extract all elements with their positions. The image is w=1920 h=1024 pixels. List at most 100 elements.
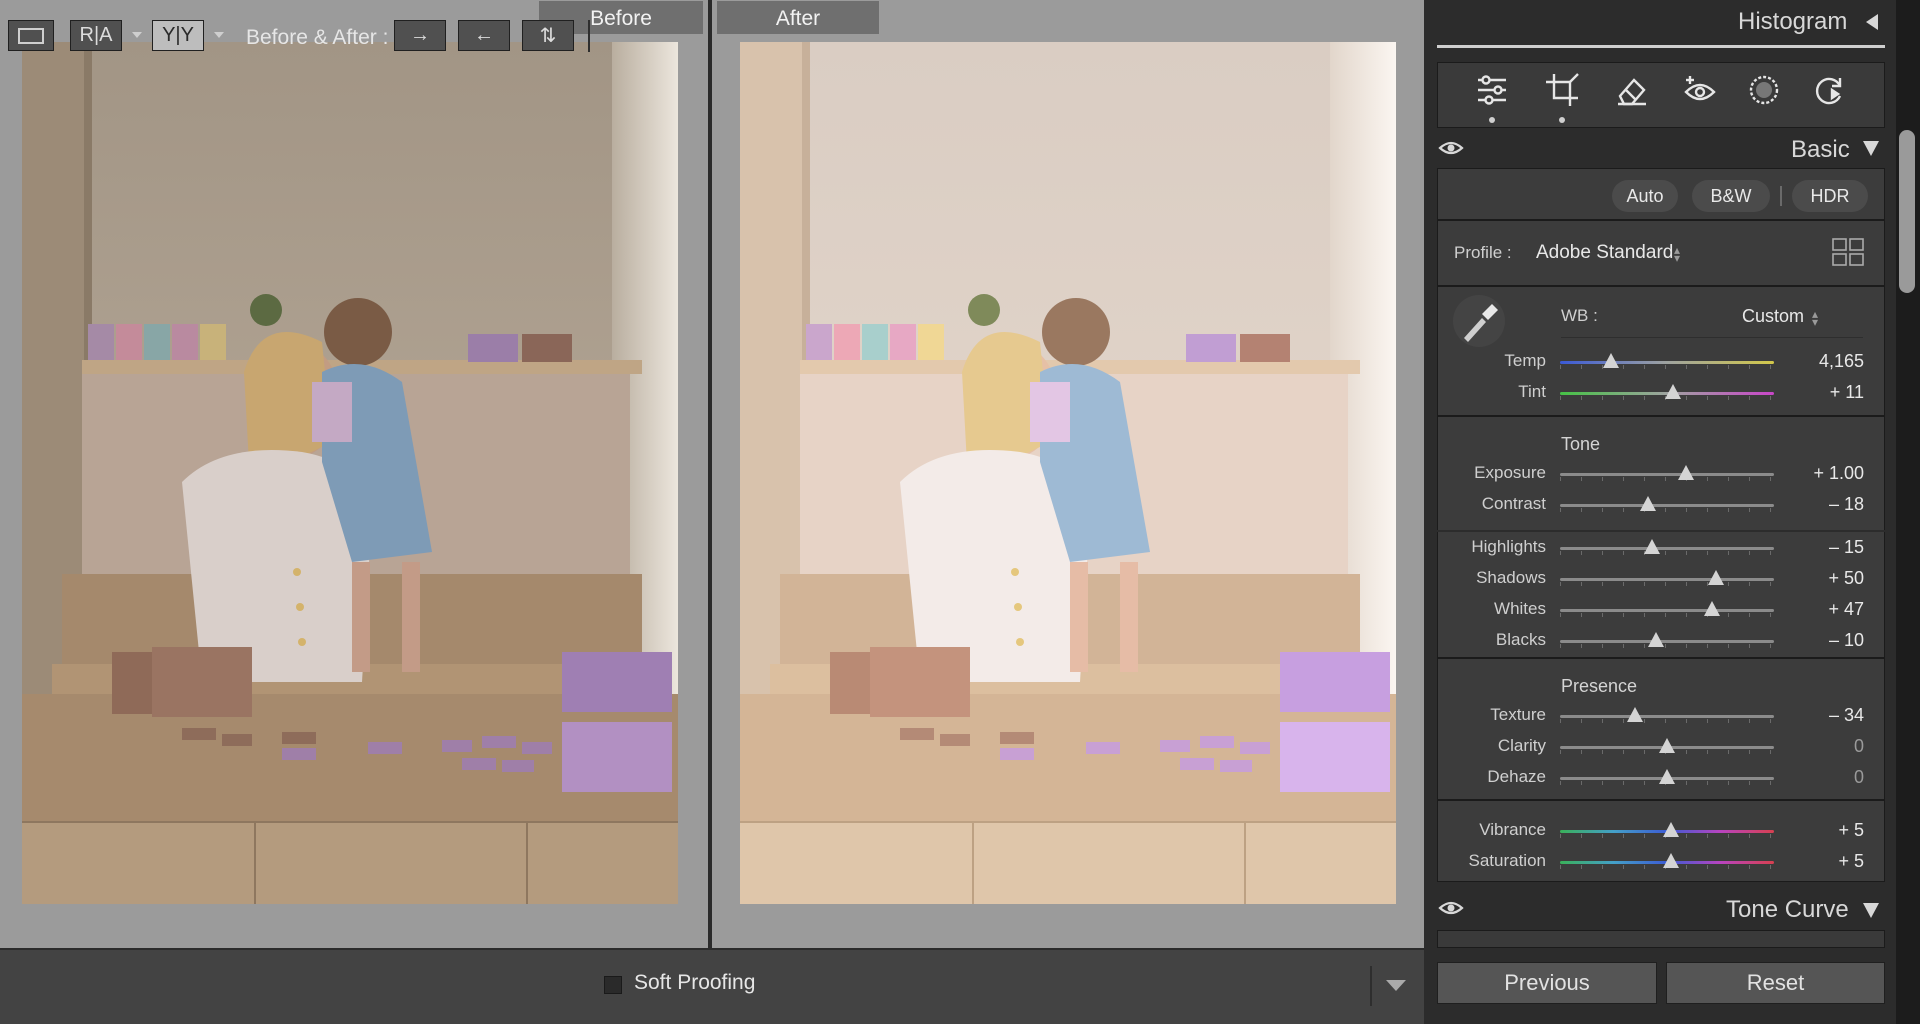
- slider-thumb-shadows[interactable]: [1708, 570, 1725, 585]
- hdr-button[interactable]: HDR: [1792, 180, 1868, 212]
- slider-thumb-temp[interactable]: [1603, 353, 1620, 368]
- reset-button[interactable]: Reset: [1666, 962, 1885, 1004]
- red-eye-icon[interactable]: [1682, 72, 1718, 108]
- slider-track-whites[interactable]: [1560, 609, 1774, 612]
- tone-curve-visibility-eye-icon[interactable]: [1438, 898, 1464, 918]
- slider-label-exposure: Exposure: [1474, 463, 1546, 482]
- slider-value-highlights[interactable]: – 15: [1784, 537, 1864, 558]
- slider-thumb-vibrance[interactable]: [1663, 822, 1680, 837]
- slider-track-contrast[interactable]: [1560, 504, 1774, 507]
- slider-value-dehaze[interactable]: 0: [1784, 767, 1864, 788]
- toolbar-content-dropdown-icon[interactable]: [1386, 980, 1406, 991]
- slider-label-blacks: Blacks: [1495, 630, 1546, 649]
- crop-active-dot: [1559, 117, 1565, 123]
- slider-value-texture[interactable]: – 34: [1784, 705, 1864, 726]
- before-after-split-button[interactable]: Y|Y: [152, 20, 204, 51]
- after-label: After: [717, 1, 879, 34]
- slider-thumb-clarity[interactable]: [1659, 738, 1675, 753]
- view-divider: [708, 0, 712, 948]
- slider-value-tint[interactable]: + 11: [1784, 382, 1864, 403]
- slider-thumb-exposure[interactable]: [1678, 465, 1695, 480]
- before-photo[interactable]: [22, 42, 678, 904]
- presence-group-label: Presence: [1561, 676, 1638, 696]
- before-after-left-right-button[interactable]: R|A: [70, 20, 122, 51]
- slider-ticks: [1560, 644, 1774, 648]
- crop-icon[interactable]: [1544, 72, 1580, 108]
- treatment-divider: [1780, 186, 1782, 206]
- slider-label-texture: Texture: [1490, 705, 1546, 724]
- wb-eyedropper-icon[interactable]: [1452, 294, 1506, 348]
- profile-stepper-icon[interactable]: ▴ ▾: [1674, 244, 1680, 264]
- basic-title[interactable]: Basic: [1791, 136, 1850, 164]
- slider-thumb-contrast[interactable]: [1639, 496, 1656, 511]
- before-photo-image: [22, 42, 678, 904]
- slider-ticks: [1560, 477, 1774, 481]
- slider-label-whites: Whites: [1494, 599, 1546, 618]
- slider-label-shadows: Shadows: [1476, 568, 1546, 587]
- slider-value-contrast[interactable]: – 18: [1784, 494, 1864, 515]
- previous-button[interactable]: Previous: [1437, 962, 1657, 1004]
- panel-scroll-thumb[interactable]: [1899, 130, 1915, 293]
- swap-vertical-icon: ⇅: [539, 25, 557, 47]
- basic-visibility-eye-icon[interactable]: [1438, 138, 1464, 158]
- soft-proofing-label: Soft Proofing: [634, 971, 756, 994]
- slider-thumb-tint[interactable]: [1665, 384, 1682, 399]
- arrow-left-icon: ←: [474, 24, 494, 46]
- slider-thumb-blacks[interactable]: [1648, 632, 1665, 647]
- bw-button[interactable]: B&W: [1692, 180, 1770, 212]
- slider-value-whites[interactable]: + 47: [1784, 599, 1864, 620]
- tone-curve-collapse-icon[interactable]: [1863, 903, 1879, 918]
- histogram-collapse-icon[interactable]: [1866, 14, 1878, 30]
- loupe-view-button[interactable]: [8, 20, 54, 51]
- tone-subdivider: [1437, 530, 1885, 532]
- edit-sliders-icon[interactable]: [1474, 72, 1510, 108]
- auto-button[interactable]: Auto: [1612, 180, 1678, 212]
- slider-value-blacks[interactable]: – 10: [1784, 630, 1864, 651]
- edit-active-dot: [1489, 117, 1495, 123]
- slider-track-exposure[interactable]: [1560, 473, 1774, 476]
- ra-dropdown-icon[interactable]: [132, 32, 142, 38]
- after-photo[interactable]: [740, 42, 1396, 904]
- profile-select[interactable]: Adobe Standard: [1536, 242, 1673, 264]
- slider-label-temp: Temp: [1504, 351, 1546, 370]
- slider-track-shadows[interactable]: [1560, 578, 1774, 581]
- slider-value-saturation[interactable]: + 5: [1784, 851, 1864, 872]
- masking-icon[interactable]: [1746, 72, 1782, 108]
- tone-curve-title[interactable]: Tone Curve: [1726, 896, 1849, 924]
- slider-thumb-dehaze[interactable]: [1659, 769, 1675, 784]
- slider-value-vibrance[interactable]: + 5: [1784, 820, 1864, 841]
- wb-select[interactable]: Custom: [1742, 306, 1804, 327]
- slider-thumb-saturation[interactable]: [1663, 853, 1680, 868]
- slider-label-dehaze: Dehaze: [1487, 767, 1546, 786]
- slider-value-clarity[interactable]: 0: [1784, 736, 1864, 757]
- yy-dropdown-icon[interactable]: [214, 32, 224, 38]
- slider-ticks: [1560, 582, 1774, 586]
- slider-track-temp[interactable]: [1560, 361, 1774, 364]
- slider-value-exposure[interactable]: + 1.00: [1784, 463, 1864, 484]
- slider-value-shadows[interactable]: + 50: [1784, 568, 1864, 589]
- slider-thumb-texture[interactable]: [1626, 707, 1643, 722]
- slider-thumb-whites[interactable]: [1703, 601, 1720, 616]
- wb-stepper-icon[interactable]: ▴ ▾: [1812, 308, 1818, 328]
- toolbar-divider: [588, 20, 590, 52]
- slider-track-texture[interactable]: [1560, 715, 1774, 718]
- slider-value-temp[interactable]: 4,165: [1784, 351, 1864, 372]
- slider-thumb-highlights[interactable]: [1644, 539, 1661, 554]
- slider-ticks: [1560, 365, 1774, 369]
- profile-label: Profile :: [1454, 243, 1512, 262]
- slider-track-highlights[interactable]: [1560, 547, 1774, 550]
- basic-collapse-icon[interactable]: [1863, 141, 1879, 156]
- soft-proofing-checkbox[interactable]: [604, 976, 622, 994]
- slider-track-blacks[interactable]: [1560, 640, 1774, 643]
- slider-label-contrast: Contrast: [1481, 494, 1546, 513]
- swap-before-after-button[interactable]: ⇅: [522, 20, 574, 51]
- profile-browser-grid-icon[interactable]: [1832, 238, 1864, 266]
- copy-after-to-before-button[interactable]: ←: [458, 20, 510, 51]
- copy-before-to-after-button[interactable]: →: [394, 20, 446, 51]
- heal-eraser-icon[interactable]: [1614, 72, 1650, 108]
- histogram-title[interactable]: Histogram: [1738, 8, 1847, 36]
- slider-ticks: [1560, 719, 1774, 723]
- tone-curve-content-peek: [1437, 930, 1885, 948]
- slider-label-tint: Tint: [1518, 382, 1546, 401]
- presets-icon[interactable]: [1810, 72, 1846, 108]
